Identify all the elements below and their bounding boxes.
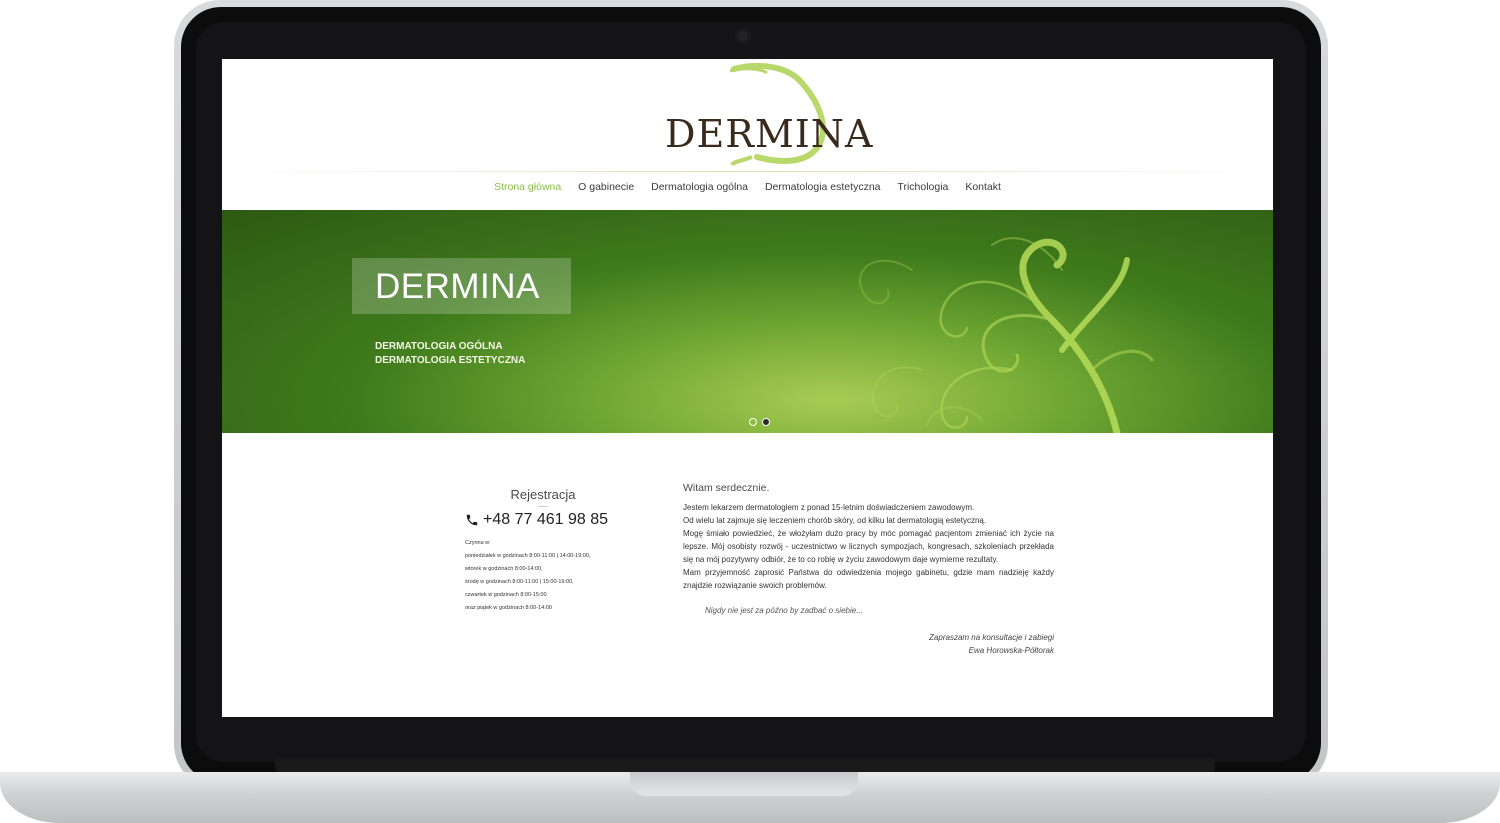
hours-line: Czynna w: <box>465 540 491 546</box>
nav-item-contact[interactable]: Kontakt <box>965 181 1001 193</box>
laptop-notch <box>630 772 858 796</box>
hours-line: oraz piątek w godzinach 8:00-14:00 <box>465 605 552 611</box>
logo-text[interactable]: DERMINA <box>665 112 873 156</box>
nav-item-home[interactable]: Strona główna <box>494 181 561 193</box>
slider-dot-1[interactable] <box>749 418 757 426</box>
welcome-content: Witam serdecznie. Jestem lekarzem dermat… <box>683 482 1054 657</box>
nav-item-trichology[interactable]: Trichologia <box>897 181 948 193</box>
hours-line: czwartek w godzinach 8:00-15:00 <box>465 592 547 598</box>
nav-item-aesthetic-dermatology[interactable]: Dermatologia estetyczna <box>765 181 881 193</box>
slider-dot-2[interactable] <box>762 418 770 426</box>
camera-icon <box>735 28 751 44</box>
paragraph: Mam przyjemność zaprosić Państwa do odwi… <box>683 568 1054 590</box>
phone-icon <box>466 514 478 526</box>
hero-subtitle-line2: DERMATOLOGIA ESTETYCZNA <box>375 355 526 366</box>
signature: Zapraszam na konsultacje i zabiegi Ewa H… <box>683 631 1054 657</box>
nav-item-about[interactable]: O gabinecie <box>578 181 634 193</box>
hours-line: poniedziałek w godzinach 8:00-11:00 | 14… <box>465 553 591 559</box>
header-divider <box>222 171 1273 172</box>
opening-hours: Czynna w: poniedziałek w godzinach 8:00-… <box>465 537 621 615</box>
motto: Nigdy nie jest za późno by zadbać o sieb… <box>705 606 863 615</box>
registration-divider <box>538 506 548 507</box>
laptop-hinge <box>275 758 1215 772</box>
nav-item-general-dermatology[interactable]: Dermatologia ogólna <box>651 181 748 193</box>
hero-subtitle-line1: DERMATOLOGIA OGÓLNA <box>375 341 503 352</box>
paragraph: Od wielu lat zajmuje się leczeniem choró… <box>683 516 987 525</box>
greeting: Witam serdecznie. <box>683 482 770 494</box>
floral-swirl-decoration <box>859 237 1154 433</box>
paragraph: Jestem lekarzem dermatologiem z ponad 15… <box>683 503 975 512</box>
hero-slider: DERMINA DERMATOLOGIA OGÓLNA DERMATOLOGIA… <box>222 210 1273 433</box>
signature-name: Ewa Horowska-Półtorak <box>968 646 1054 655</box>
hours-line: środę w godzinach 8:00-11:00 | 15:00-19:… <box>465 579 574 585</box>
phone-number[interactable]: +48 77 461 98 85 <box>465 511 621 529</box>
registration-panel: Rejestracja +48 77 461 98 85 Czynna w: p… <box>465 487 621 615</box>
hours-line: wtorek w godzinach 8:00-14:00, <box>465 566 543 572</box>
website-screen: DERMINA Strona główna O gabinecie Dermat… <box>222 59 1273 717</box>
paragraph: Mogę śmiało powiedzieć, że włożyłam dużo… <box>683 529 1054 564</box>
hero-title: DERMINA <box>375 267 540 306</box>
signature-line1: Zapraszam na konsultacje i zabiegi <box>929 633 1054 642</box>
phone-number-text: +48 77 461 98 85 <box>483 511 609 528</box>
registration-title: Rejestracja <box>510 487 576 502</box>
main-nav: Strona główna O gabinecie Dermatologia o… <box>222 181 1273 193</box>
hero-subtitle: DERMATOLOGIA OGÓLNA DERMATOLOGIA ESTETYC… <box>375 340 525 368</box>
